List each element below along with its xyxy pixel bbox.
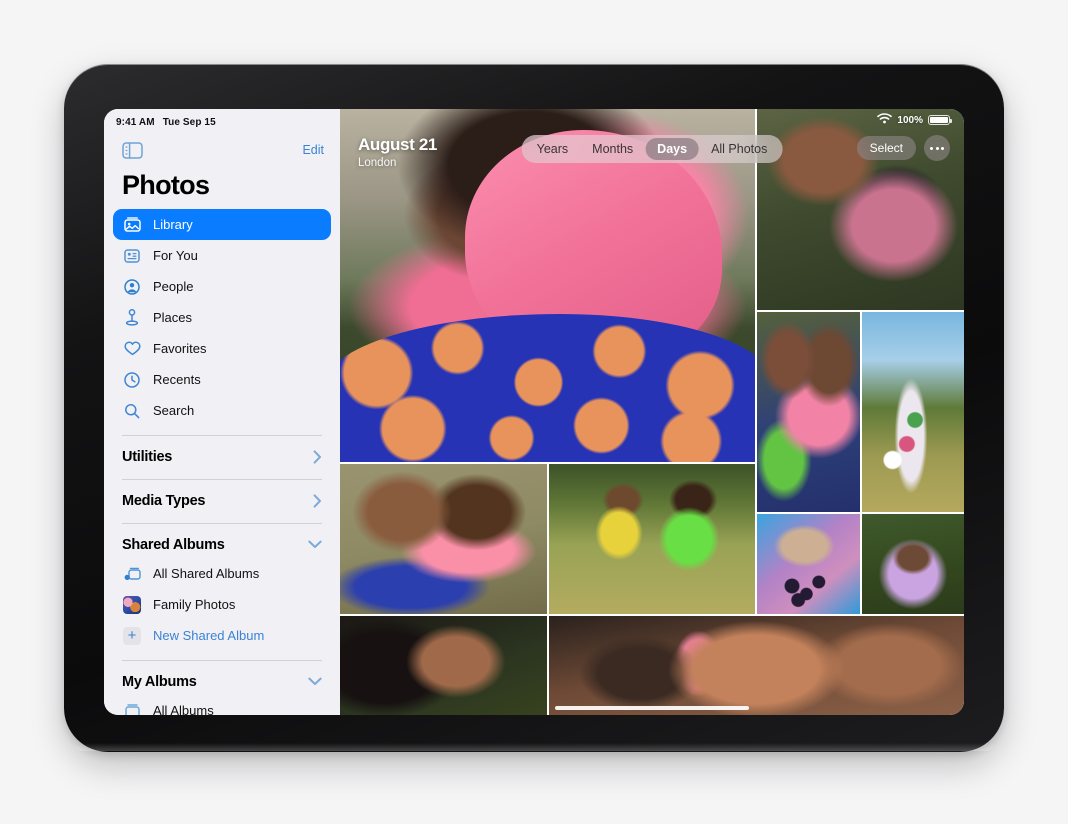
- heart-icon: [123, 340, 141, 358]
- clock-icon: [123, 371, 141, 389]
- segment-months[interactable]: Months: [580, 138, 645, 160]
- edit-button[interactable]: Edit: [302, 143, 324, 157]
- section-label: Shared Albums: [122, 536, 225, 553]
- person-circle-icon: [123, 278, 141, 296]
- sidebar-item-label: All Albums: [153, 703, 214, 715]
- sidebar-item-new-shared-album[interactable]: + New Shared Album: [113, 620, 331, 651]
- sidebar-item-favorites[interactable]: Favorites: [113, 333, 331, 364]
- chevron-right-icon[interactable]: [313, 493, 322, 508]
- sidebar-item-label: People: [153, 279, 194, 294]
- photo-grid: [340, 109, 964, 715]
- sidebar-section-shared-albums[interactable]: Shared Albums: [122, 523, 322, 558]
- albums-folder-icon: [123, 702, 141, 715]
- map-pin-icon: [123, 309, 141, 327]
- chevron-down-icon[interactable]: [308, 540, 322, 549]
- sidebar-section-media-types[interactable]: Media Types: [122, 479, 322, 514]
- photo-two-girls-meadow[interactable]: [548, 463, 756, 614]
- sidebar-item-label: Recents: [153, 372, 201, 387]
- sidebar-item-all-shared-albums[interactable]: All Shared Albums: [113, 558, 331, 589]
- photo-family-kiss-selfie[interactable]: [548, 615, 964, 715]
- sidebar-item-family-photos[interactable]: Family Photos: [113, 589, 331, 620]
- section-label: Utilities: [122, 448, 173, 465]
- shared-albums-list: All Shared Albums Family Photos + New Sh…: [104, 558, 340, 651]
- sidebar-item-label: Library: [153, 217, 193, 232]
- chevron-down-icon[interactable]: [308, 677, 322, 686]
- section-label: My Albums: [122, 673, 197, 690]
- shared-albums-icon: [123, 565, 141, 583]
- segment-all-photos[interactable]: All Photos: [699, 138, 779, 160]
- photo-woman-floral-field[interactable]: [861, 311, 964, 513]
- segment-years[interactable]: Years: [525, 138, 581, 160]
- sidebar-top-row: Edit: [104, 132, 340, 164]
- sidebar-item-label: New Shared Album: [153, 628, 265, 643]
- photo-stack-icon: [123, 216, 141, 234]
- sidebar-section-my-albums[interactable]: My Albums: [122, 660, 322, 695]
- photo-berries-on-blanket[interactable]: [757, 514, 860, 614]
- photos-sidebar: 9:41 AM Tue Sep 15 Edit Photos Library F…: [104, 109, 340, 715]
- status-bar-left: 9:41 AM Tue Sep 15: [104, 109, 340, 132]
- wifi-icon: [877, 113, 893, 127]
- sidebar-item-for-you[interactable]: For You: [113, 240, 331, 271]
- page-title: Photos: [122, 170, 210, 200]
- photos-content-area: 100% August 21 London Years Months Days …: [340, 109, 964, 715]
- sidebar-section-utilities[interactable]: Utilities: [122, 435, 322, 470]
- status-bar-date: Tue Sep 15: [162, 116, 216, 128]
- photo-mother-daughter-green[interactable]: [757, 311, 860, 513]
- segment-days[interactable]: Days: [645, 138, 700, 160]
- photo-girl-and-woman-embrace[interactable]: [340, 463, 547, 614]
- screenshot-root: 9:41 AM Tue Sep 15 Edit Photos Library F…: [0, 0, 1068, 824]
- sidebar-toggle-icon[interactable]: [122, 141, 143, 159]
- sidebar-item-recents[interactable]: Recents: [113, 364, 331, 395]
- sidebar-item-label: Family Photos: [153, 597, 236, 612]
- select-button[interactable]: Select: [856, 136, 916, 160]
- magnifier-icon: [123, 402, 141, 420]
- sidebar-item-label: For You: [153, 248, 198, 263]
- sidebar-item-places[interactable]: Places: [113, 302, 331, 333]
- day-header-location: London: [358, 156, 397, 169]
- sidebar-item-label: Favorites: [153, 341, 207, 356]
- sidebar-item-label: All Shared Albums: [153, 566, 260, 581]
- photo-woman-curly-hair-profile[interactable]: [340, 615, 547, 715]
- my-albums-list: All Albums: [104, 695, 340, 715]
- photo-woman-purple-headscarf[interactable]: [861, 514, 964, 614]
- sidebar-item-people[interactable]: People: [113, 271, 331, 302]
- sidebar-item-search[interactable]: Search: [113, 395, 331, 426]
- sidebar-nav-list: Library For You People Places Favorites …: [104, 209, 340, 426]
- plus-icon: +: [123, 626, 141, 645]
- home-indicator[interactable]: [555, 706, 749, 710]
- sidebar-item-label: Places: [153, 310, 193, 325]
- scarf-shape: [464, 130, 723, 363]
- sidebar-item-all-albums[interactable]: All Albums: [113, 695, 331, 715]
- status-bar-right: 100%: [877, 113, 952, 127]
- day-header: August 21 London: [358, 135, 437, 169]
- section-label: Media Types: [122, 492, 206, 509]
- for-you-card-icon: [123, 247, 141, 265]
- chevron-right-icon[interactable]: [313, 449, 322, 464]
- status-bar-time: 9:41 AM: [116, 116, 155, 128]
- battery-percent-label: 100%: [897, 114, 923, 126]
- sidebar-item-label: Search: [153, 403, 195, 418]
- ipad-screen: 9:41 AM Tue Sep 15 Edit Photos Library F…: [104, 109, 964, 715]
- sidebar-item-library[interactable]: Library: [113, 209, 331, 240]
- battery-full-icon: [928, 115, 952, 125]
- day-header-date: August 21: [358, 135, 438, 154]
- timeline-segmented-control[interactable]: Years Months Days All Photos: [521, 135, 783, 163]
- album-thumbnail: [123, 595, 141, 614]
- content-toolbar-right: Select: [856, 135, 950, 161]
- ellipsis-icon[interactable]: [924, 135, 950, 161]
